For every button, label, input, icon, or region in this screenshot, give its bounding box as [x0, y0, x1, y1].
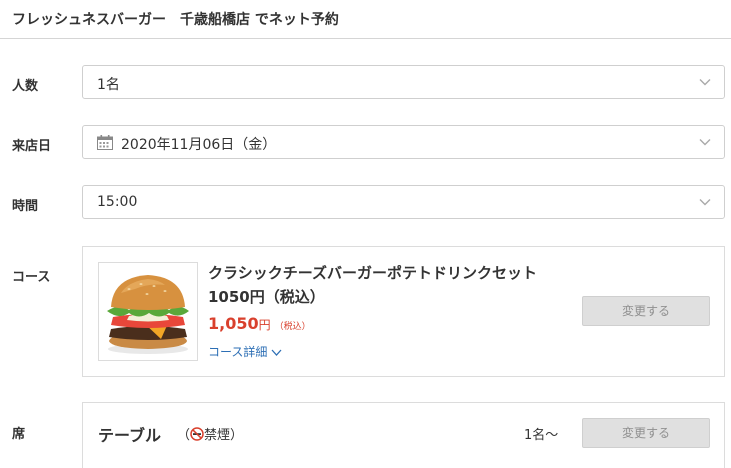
course-change-button[interactable]: 変更する [582, 296, 710, 326]
burger-illustration [99, 263, 197, 360]
people-select[interactable]: 1名 [82, 65, 725, 99]
page-header: フレッシュネスバーガー 千歳船橋店 でネット予約 [0, 0, 731, 39]
course-price: 1,050円 （税込） [208, 314, 311, 333]
page-title: フレッシュネスバーガー 千歳船橋店 でネット予約 [12, 12, 339, 28]
no-smoking-icon [190, 427, 204, 441]
price-tax-label: （税込） [274, 322, 311, 332]
seat-smoking-open: （ [177, 428, 191, 443]
chevron-down-icon [271, 349, 282, 356]
seat-smoking-status: （ 禁煙） [177, 424, 243, 443]
visit-date-label: 来店日 [12, 139, 52, 154]
people-label: 人数 [12, 79, 39, 94]
seat-label: 席 [12, 427, 26, 442]
seat-name: テーブル [98, 426, 162, 445]
price-amount: 1,050 [208, 314, 259, 333]
chevron-down-icon [699, 199, 711, 206]
course-detail-link[interactable]: コース詳細 [208, 343, 282, 360]
visit-date-select[interactable]: 2020年11月06日（金） [82, 125, 725, 159]
chevron-down-icon [699, 139, 711, 146]
chevron-down-icon [699, 79, 711, 86]
seat-capacity: 1名～ [524, 428, 559, 443]
course-name: クラシックチーズバーガーポテトドリンクセット 1050円（税込） [208, 264, 552, 306]
burger-image [98, 262, 198, 361]
seat-panel: テーブル （ 禁煙） 1名～ 変更する [82, 402, 725, 468]
visit-date-value: 2020年11月06日（金） [121, 137, 277, 153]
time-value: 15:00 [97, 194, 138, 210]
course-detail-label: コース詳細 [208, 345, 268, 359]
people-value: 1名 [97, 77, 120, 93]
time-label: 時間 [12, 199, 39, 214]
course-panel: クラシックチーズバーガーポテトドリンクセット 1050円（税込） 1,050円（… [82, 246, 725, 377]
price-unit: 円 [258, 318, 271, 332]
time-select[interactable]: 15:00 [82, 185, 725, 219]
seat-change-button[interactable]: 変更する [582, 418, 710, 448]
seat-smoking-label: 禁煙） [204, 428, 244, 443]
course-label: コース [12, 270, 51, 285]
calendar-icon [97, 135, 113, 150]
